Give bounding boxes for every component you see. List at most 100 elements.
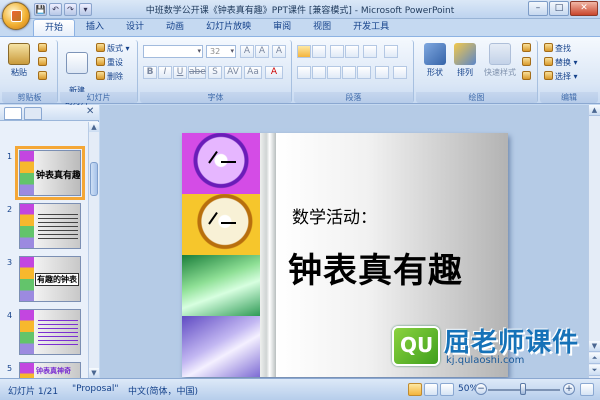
tab-animations[interactable]: 动画 — [155, 19, 195, 36]
thumbnail-slide-3[interactable]: 有趣的钟表 — [19, 256, 81, 302]
redo-icon[interactable]: ↷ — [64, 3, 77, 16]
bold-button[interactable]: B — [143, 66, 157, 79]
slide-sorter-view-icon[interactable] — [424, 383, 438, 396]
thumbnail-slide-4[interactable] — [19, 309, 81, 355]
fit-to-window-icon[interactable] — [580, 383, 594, 396]
scroll-up-icon[interactable]: ▲ — [89, 122, 99, 132]
cut-button[interactable] — [38, 43, 49, 55]
layout-button[interactable]: 版式 ▾ — [96, 43, 130, 55]
underline-button[interactable]: U — [173, 66, 187, 79]
office-button[interactable] — [2, 2, 30, 30]
thumbnail-scrollbar[interactable]: ▲ ▼ — [88, 122, 99, 378]
close-pane-icon[interactable]: ✕ — [86, 106, 94, 117]
distributed-button[interactable] — [357, 66, 371, 79]
align-right-button[interactable] — [327, 66, 341, 79]
font-name-combo[interactable] — [143, 45, 203, 58]
shape-fill-button[interactable] — [522, 43, 533, 55]
columns-button[interactable] — [375, 66, 389, 79]
next-slide-icon[interactable]: ⏷ — [589, 365, 600, 376]
thumbnail-slide-2[interactable] — [19, 203, 81, 249]
scrollbar-thumb[interactable] — [90, 162, 98, 196]
maximize-button[interactable]: □ — [549, 1, 569, 16]
shape-outline-button[interactable] — [522, 57, 533, 69]
save-icon[interactable]: 💾 — [34, 3, 47, 16]
shapes-button[interactable]: 形状 — [420, 43, 450, 78]
thumbnail-number: 2 — [7, 205, 13, 214]
tab-design[interactable]: 设计 — [115, 19, 155, 36]
align-left-button[interactable] — [297, 66, 311, 79]
find-button[interactable]: 查找 — [544, 43, 571, 55]
delete-slide-button[interactable]: 删除 — [96, 71, 123, 83]
decrease-indent-button[interactable] — [330, 45, 344, 58]
tab-view[interactable]: 视图 — [302, 19, 342, 36]
smartart-button[interactable] — [393, 66, 407, 79]
align-center-button[interactable] — [312, 66, 326, 79]
scroll-up-icon[interactable]: ▲ — [589, 105, 600, 116]
paste-button[interactable]: 粘贴 — [4, 43, 34, 78]
character-spacing-button[interactable]: AV — [224, 66, 242, 79]
minimize-button[interactable]: – — [528, 1, 548, 16]
thumbnail-slide-5[interactable]: 钟表真神奇 — [19, 362, 81, 378]
reset-icon — [96, 57, 105, 66]
normal-view-icon[interactable] — [408, 383, 422, 396]
zoom-in-button[interactable]: + — [563, 383, 575, 395]
slide-subtitle[interactable]: 数学活动： — [292, 203, 377, 228]
thumbnail-slide-1[interactable]: 钟表真有趣 — [15, 146, 85, 200]
grow-font-button[interactable]: A — [240, 45, 254, 58]
reset-button[interactable]: 重设 — [96, 57, 123, 69]
change-case-button[interactable]: Aa — [244, 66, 262, 79]
format-painter-icon — [38, 71, 47, 80]
zoom-out-button[interactable]: − — [475, 383, 487, 395]
tab-home[interactable]: 开始 — [33, 19, 76, 36]
tab-developer[interactable]: 开发工具 — [342, 19, 400, 36]
strikethrough-button[interactable]: abe — [188, 66, 206, 79]
format-painter-button[interactable] — [38, 71, 49, 83]
quick-styles-button[interactable]: 快速样式 — [480, 43, 520, 78]
editor-scrollbar[interactable]: ▲ ▼ ⏶ ⏷ — [588, 105, 600, 378]
shape-effects-button[interactable] — [522, 71, 533, 83]
increase-indent-button[interactable] — [345, 45, 359, 58]
scroll-down-icon[interactable]: ▼ — [589, 341, 600, 352]
italic-button[interactable]: I — [158, 66, 172, 79]
tab-slide-show[interactable]: 幻灯片放映 — [195, 19, 262, 36]
thumbnail-number: 3 — [7, 258, 13, 267]
slide-show-view-icon[interactable] — [440, 383, 454, 396]
justify-button[interactable] — [342, 66, 356, 79]
replace-button[interactable]: 替换 ▾ — [544, 57, 578, 69]
undo-icon[interactable]: ↶ — [49, 3, 62, 16]
scroll-down-icon[interactable]: ▼ — [89, 368, 99, 378]
bullets-button[interactable] — [297, 45, 311, 58]
drawing-group-label: 绘图 — [416, 92, 537, 103]
shape-outline-icon — [522, 57, 531, 66]
language-indicator[interactable]: 中文(简体，中国) — [128, 384, 198, 397]
previous-slide-icon[interactable]: ⏶ — [589, 353, 600, 364]
text-direction-button[interactable] — [384, 45, 398, 58]
shrink-font-button[interactable]: A — [255, 45, 269, 58]
thumbnail-title: 钟表真神奇 — [36, 367, 71, 375]
slides-tab-icon[interactable] — [4, 107, 22, 120]
numbering-button[interactable] — [312, 45, 326, 58]
line-spacing-button[interactable] — [363, 45, 377, 58]
shape-effects-icon — [522, 71, 531, 80]
zoom-slider-handle[interactable] — [520, 383, 526, 395]
office-logo-icon — [11, 10, 22, 22]
select-button[interactable]: 选择 ▾ — [544, 71, 578, 83]
font-size-combo[interactable]: 32 — [206, 45, 236, 58]
tab-insert[interactable]: 插入 — [75, 19, 115, 36]
thumbnail-number: 5 — [7, 364, 13, 373]
slide-title[interactable]: 钟表真有趣 — [288, 243, 463, 292]
copy-button[interactable] — [38, 57, 49, 69]
quick-styles-icon — [489, 43, 511, 65]
shadow-button[interactable]: S — [208, 66, 222, 79]
tab-review[interactable]: 审阅 — [262, 19, 302, 36]
paragraph-group: 段落 — [294, 40, 414, 103]
copy-icon — [38, 57, 47, 66]
ribbon: 粘贴 剪贴板 新建 幻灯片 版式 ▾ 重设 删除 幻灯片 32 A A A B — [0, 36, 600, 106]
arrange-button[interactable]: 排列 — [450, 43, 480, 78]
find-icon — [544, 43, 553, 52]
font-color-button[interactable]: A — [265, 66, 283, 79]
clear-format-button[interactable]: A — [272, 45, 286, 58]
close-button[interactable]: ✕ — [570, 1, 598, 16]
qat-customize-icon[interactable]: ▾ — [79, 3, 92, 16]
outline-tab-icon[interactable] — [24, 107, 42, 120]
